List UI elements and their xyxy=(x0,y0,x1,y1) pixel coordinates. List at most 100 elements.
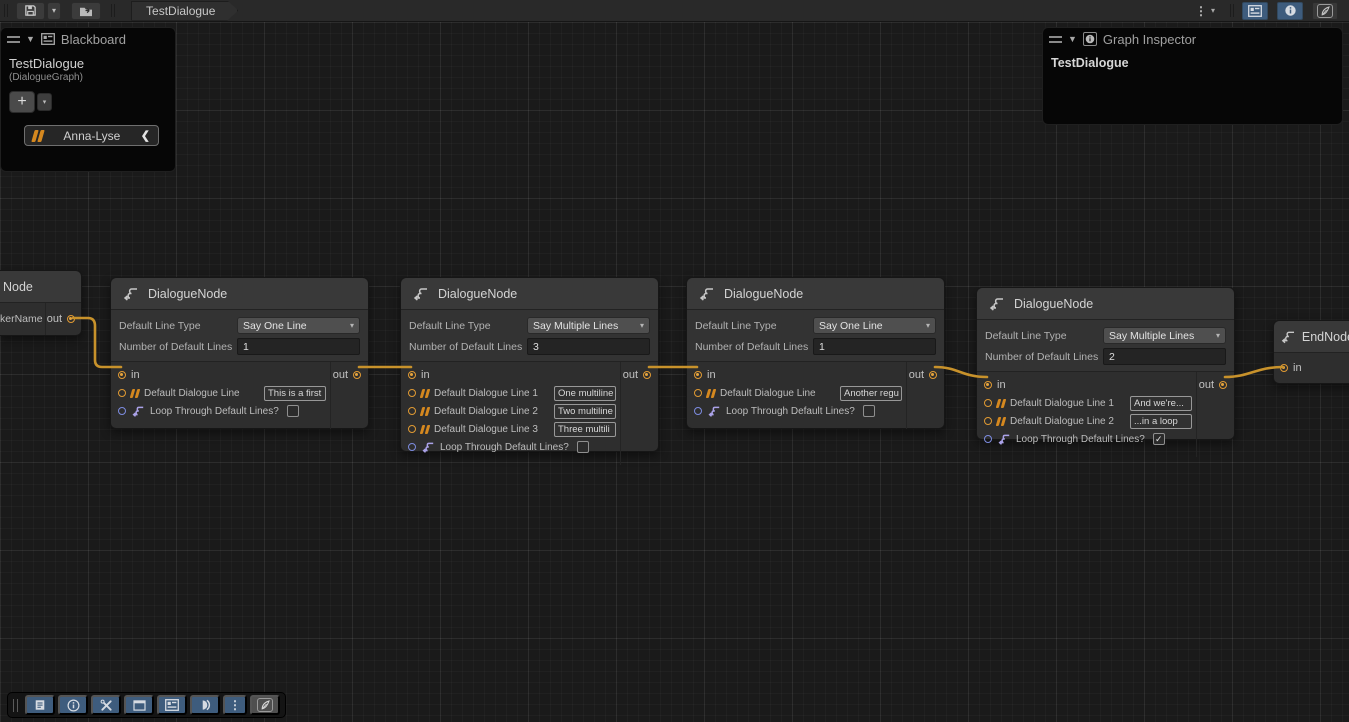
loop-port[interactable] xyxy=(694,407,702,415)
dialogue-line-field[interactable]: One multiline xyxy=(554,386,616,401)
line-type-label: Default Line Type xyxy=(695,320,813,332)
dialogue-line-field[interactable]: ...in a loop xyxy=(1130,414,1192,429)
num-lines-field[interactable]: 1 xyxy=(813,338,936,355)
toggle-inspector-button[interactable] xyxy=(58,695,88,715)
loop-port[interactable] xyxy=(984,435,992,443)
dialogue-line-field[interactable]: Another regu xyxy=(840,386,902,401)
loop-port[interactable] xyxy=(118,407,126,415)
more-options-button[interactable]: ⋮ xyxy=(223,695,247,715)
out-port[interactable] xyxy=(1219,381,1227,389)
node-title-bar[interactable]: DialogueNode xyxy=(977,288,1234,320)
num-lines-label: Number of Default Lines xyxy=(409,341,527,353)
loop-checkbox[interactable] xyxy=(577,441,589,453)
blackboard-variable-anna-lyse[interactable]: Anna-Lyse ❮ xyxy=(24,125,159,146)
num-lines-field[interactable]: 1 xyxy=(237,338,360,355)
toolbar-separator xyxy=(1230,4,1234,17)
speaker-node-partial[interactable]: Node kerName out xyxy=(0,270,82,336)
collapse-triangle-icon[interactable]: ▼ xyxy=(1068,34,1077,44)
node-title-bar[interactable]: EndNode xyxy=(1274,321,1349,353)
chevron-down-icon: ▾ xyxy=(350,321,354,330)
save-button[interactable] xyxy=(16,2,45,20)
node-title-bar[interactable]: DialogueNode xyxy=(401,278,658,310)
loop-label: Loop Through Default Lines? xyxy=(1016,434,1145,445)
dialogue-node-icon xyxy=(122,286,139,301)
loop-checkbox[interactable] xyxy=(287,405,299,417)
loop-icon xyxy=(707,405,721,417)
loop-port[interactable] xyxy=(408,443,416,451)
node-title-bar[interactable]: Node xyxy=(0,271,81,303)
end-node-icon xyxy=(1280,329,1296,344)
dialogue-node-3[interactable]: DialogueNode Default Line Type Say One L… xyxy=(686,277,945,429)
dialogue-line-port[interactable] xyxy=(408,389,416,397)
in-port[interactable] xyxy=(694,371,702,379)
in-port[interactable] xyxy=(408,371,416,379)
overflow-menu-button[interactable]: ⋮ ▾ xyxy=(1190,2,1220,20)
variable-label: Anna-Lyse xyxy=(51,129,133,143)
dialogue-line-field[interactable]: Two multiline xyxy=(554,404,616,419)
dialogue-line-field[interactable]: Three multili xyxy=(554,422,616,437)
graph-tab[interactable]: TestDialogue xyxy=(131,1,238,21)
chevron-left-icon[interactable]: ❮ xyxy=(141,129,150,142)
quote-icon xyxy=(33,130,43,142)
dialogue-line-port[interactable] xyxy=(694,389,702,397)
toggle-window-button[interactable] xyxy=(124,695,154,715)
dialogue-line-label: Default Dialogue Line 2 xyxy=(1010,416,1114,427)
dialogue-line-port[interactable] xyxy=(408,425,416,433)
dialogue-line-port[interactable] xyxy=(984,399,992,407)
loop-icon xyxy=(997,433,1011,445)
chevron-down-icon: ▾ xyxy=(52,6,56,15)
end-node[interactable]: EndNode in xyxy=(1273,320,1349,384)
loop-checkbox[interactable] xyxy=(863,405,875,417)
dialogue-line-port[interactable] xyxy=(118,389,126,397)
drag-handle-icon[interactable] xyxy=(13,699,18,712)
window-icon xyxy=(133,700,146,711)
dialogue-line-port[interactable] xyxy=(408,407,416,415)
line-type-dropdown[interactable]: Say Multiple Lines ▾ xyxy=(527,317,650,334)
dialogue-node-4[interactable]: DialogueNode Default Line Type Say Multi… xyxy=(976,287,1235,440)
toggle-blackboard-button[interactable] xyxy=(1242,2,1268,20)
num-lines-field[interactable]: 3 xyxy=(527,338,650,355)
quote-icon xyxy=(997,399,1005,408)
loop-checkbox[interactable]: ✓ xyxy=(1153,433,1165,445)
add-variable-dropdown-button[interactable]: ▾ xyxy=(37,93,52,111)
collapse-triangle-icon[interactable]: ▼ xyxy=(26,34,35,44)
toggle-console-button[interactable] xyxy=(25,695,55,715)
dialogue-node-1[interactable]: DialogueNode Default Line Type Say One L… xyxy=(110,277,369,429)
open-asset-button[interactable] xyxy=(71,2,101,20)
toggle-blackboard-button[interactable] xyxy=(157,695,187,715)
graph-inspector-header[interactable]: ▼ Graph Inspector xyxy=(1043,28,1342,50)
blackboard-icon xyxy=(41,33,55,45)
dialogue-line-field[interactable]: And we're... xyxy=(1130,396,1192,411)
line-type-dropdown[interactable]: Say One Line ▾ xyxy=(237,317,360,334)
line-type-dropdown[interactable]: Say One Line ▾ xyxy=(813,317,936,334)
graph-inspector-panel: ▼ Graph Inspector TestDialogue xyxy=(1042,27,1343,125)
toggle-preview-button[interactable] xyxy=(1312,2,1338,20)
out-port[interactable] xyxy=(929,371,937,379)
out-port[interactable] xyxy=(353,371,361,379)
node-title-bar[interactable]: DialogueNode xyxy=(111,278,368,310)
toggle-feather-button[interactable] xyxy=(250,695,280,715)
node-title-bar[interactable]: DialogueNode xyxy=(687,278,944,310)
toggle-graph-inspector-button[interactable] xyxy=(1277,2,1303,20)
feather-icon xyxy=(1317,4,1333,18)
save-dropdown-button[interactable]: ▾ xyxy=(47,2,61,20)
line-type-dropdown[interactable]: Say Multiple Lines ▾ xyxy=(1103,327,1226,344)
node-title: DialogueNode xyxy=(148,287,227,301)
add-variable-button[interactable]: + xyxy=(9,91,35,113)
drag-handle-icon[interactable] xyxy=(7,36,20,43)
chevron-down-icon: ▾ xyxy=(640,321,644,330)
out-port[interactable] xyxy=(643,371,651,379)
blackboard-header[interactable]: ▼ Blackboard xyxy=(1,28,175,50)
dialogue-line-field[interactable]: This is a first xyxy=(264,386,326,401)
num-lines-field[interactable]: 2 xyxy=(1103,348,1226,365)
blackboard-panel: ▼ Blackboard TestDialogue (DialogueGraph… xyxy=(0,27,176,172)
in-port[interactable] xyxy=(118,371,126,379)
dialogue-line-port[interactable] xyxy=(984,417,992,425)
loop-icon xyxy=(131,405,145,417)
drag-handle-icon[interactable] xyxy=(1049,36,1062,43)
in-port[interactable] xyxy=(984,381,992,389)
toggle-tools-button[interactable] xyxy=(91,695,121,715)
dialogue-node-2[interactable]: DialogueNode Default Line Type Say Multi… xyxy=(400,277,659,452)
graph-inspector-title: Graph Inspector xyxy=(1103,32,1196,47)
toggle-preview-transition-button[interactable] xyxy=(190,695,220,715)
